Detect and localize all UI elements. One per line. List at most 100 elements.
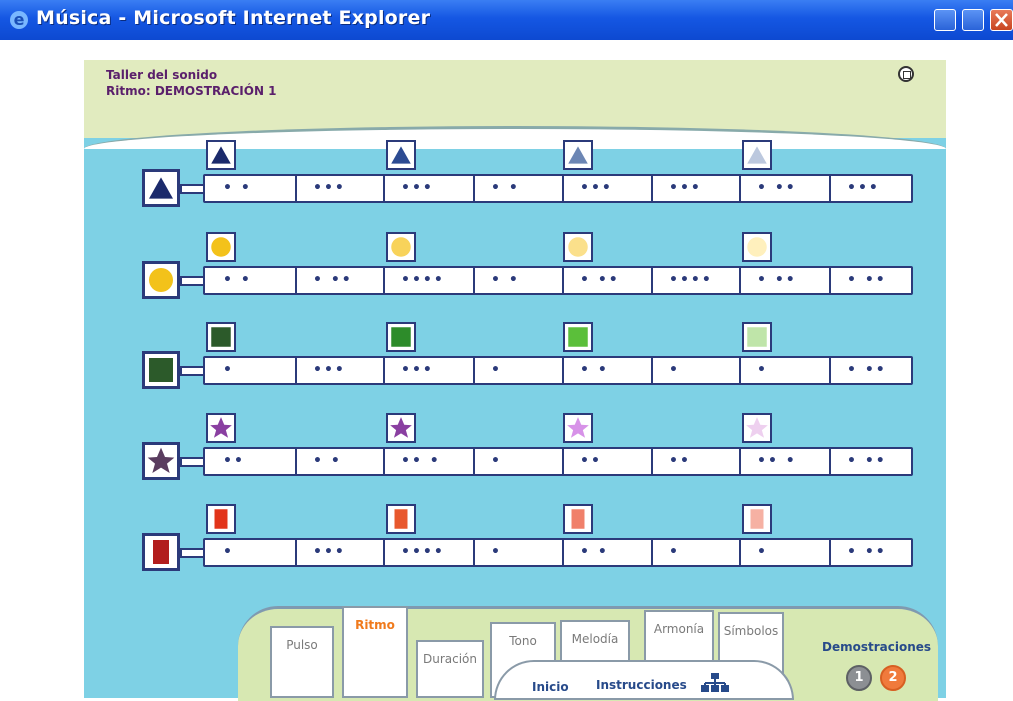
star-rhythm-bar: •• • • •• • • •• •• •• • • •• xyxy=(203,447,913,476)
square-level-2-button[interactable] xyxy=(386,322,416,352)
circle-level-4-button[interactable] xyxy=(742,232,772,262)
beat-dots: • •• xyxy=(847,362,887,378)
rectangle-row-icon[interactable] xyxy=(142,533,180,571)
square-row-icon[interactable] xyxy=(142,351,180,389)
bar-separator xyxy=(295,268,297,293)
beat-dots: • •• xyxy=(847,544,887,560)
beat-dots: • • xyxy=(491,272,520,288)
star-icon xyxy=(147,447,175,473)
bar-separator xyxy=(295,176,297,201)
fullscreen-button[interactable] xyxy=(898,66,914,82)
tab-ritmo[interactable]: Ritmo xyxy=(342,606,408,698)
maximize-button[interactable] xyxy=(962,9,984,31)
bar-separator xyxy=(739,540,741,565)
beat-dots: ••• xyxy=(669,180,702,196)
bar-separator xyxy=(829,268,831,293)
square-level-4-button[interactable] xyxy=(742,322,772,352)
triangle-level-2-button[interactable] xyxy=(386,140,416,170)
star-level-1-button[interactable] xyxy=(206,413,236,443)
square-rhythm-bar: • ••• ••• • • • • • • •• xyxy=(203,356,913,385)
circle-icon xyxy=(149,268,173,292)
beat-dots: • • xyxy=(223,180,252,196)
square-icon xyxy=(149,358,173,382)
bar-separator xyxy=(383,358,385,383)
beat-dots: • • xyxy=(223,272,252,288)
demo-1-button[interactable]: 1 xyxy=(846,665,872,691)
bar-separator xyxy=(651,449,653,474)
star-level-4-button[interactable] xyxy=(742,413,772,443)
demonstrations-label: Demostraciones xyxy=(822,640,932,654)
bar-separator xyxy=(295,540,297,565)
beat-dots: ••• xyxy=(313,362,346,378)
square-icon xyxy=(211,327,231,347)
beat-dots: • xyxy=(669,544,680,560)
circle-row-icon[interactable] xyxy=(142,261,180,299)
beat-dots: ••• xyxy=(313,180,346,196)
bar-separator xyxy=(739,449,741,474)
triangle-rhythm-bar: • • ••• ••• • • ••• ••• • •• ••• xyxy=(203,174,913,203)
internet-explorer-icon: e xyxy=(10,10,28,29)
rectangle-level-4-button[interactable] xyxy=(742,504,772,534)
rectangle-level-3-button[interactable] xyxy=(563,504,593,534)
svg-text:e: e xyxy=(14,10,25,29)
beat-dots: • • xyxy=(580,544,609,560)
bar-separator xyxy=(295,449,297,474)
instrucciones-button[interactable]: Instrucciones xyxy=(596,678,687,692)
bar-separator xyxy=(651,358,653,383)
bar-separator xyxy=(739,358,741,383)
triangle-row-icon[interactable] xyxy=(142,169,180,207)
triangle-level-1-button[interactable] xyxy=(206,140,236,170)
beat-dots: ••• xyxy=(401,180,434,196)
bar-separator xyxy=(473,449,475,474)
circle-rhythm-bar: • • • •• •••• • • • •• •••• • •• • •• xyxy=(203,266,913,295)
square-level-1-button[interactable] xyxy=(206,322,236,352)
circle-level-3-button[interactable] xyxy=(563,232,593,262)
bar-separator xyxy=(473,268,475,293)
tab-pulso[interactable]: Pulso xyxy=(270,626,334,698)
bar-separator xyxy=(473,358,475,383)
circle-icon xyxy=(568,237,588,257)
beat-dots: • xyxy=(223,362,234,378)
beat-dots: • xyxy=(757,362,768,378)
bar-separator xyxy=(651,268,653,293)
bar-separator xyxy=(739,176,741,201)
beat-dots: • xyxy=(223,544,234,560)
beat-dots: ••• xyxy=(313,544,346,560)
page-subtitle: Ritmo: DEMOSTRACIÓN 1 xyxy=(106,84,277,98)
beat-dots: • • xyxy=(313,453,342,469)
beat-dots: • •• xyxy=(580,272,620,288)
rectangle-icon xyxy=(214,509,228,529)
tab-duracion[interactable]: Duración xyxy=(416,640,484,698)
beat-dots: • xyxy=(669,362,680,378)
triangle-icon xyxy=(568,146,588,164)
star-level-3-button[interactable] xyxy=(563,413,593,443)
bar-separator xyxy=(383,449,385,474)
sitemap-icon[interactable] xyxy=(700,672,730,694)
inicio-button[interactable]: Inicio xyxy=(532,680,569,694)
rectangle-level-2-button[interactable] xyxy=(386,504,416,534)
square-level-3-button[interactable] xyxy=(563,322,593,352)
triangle-level-4-button[interactable] xyxy=(742,140,772,170)
rectangle-level-1-button[interactable] xyxy=(206,504,236,534)
triangle-level-3-button[interactable] xyxy=(563,140,593,170)
bar-separator xyxy=(295,358,297,383)
minimize-button[interactable] xyxy=(934,9,956,31)
circle-icon xyxy=(211,237,231,257)
beat-dots: • •• xyxy=(757,272,797,288)
star-row-icon[interactable] xyxy=(142,442,180,480)
star-icon xyxy=(567,417,589,438)
close-button[interactable] xyxy=(990,9,1013,31)
star-level-2-button[interactable] xyxy=(386,413,416,443)
beat-dots: •• xyxy=(669,453,691,469)
star-icon xyxy=(210,417,232,438)
beat-dots: •• • xyxy=(757,453,797,469)
beat-dots: •• xyxy=(580,453,602,469)
beat-dots: •••• xyxy=(401,544,445,560)
circle-level-2-button[interactable] xyxy=(386,232,416,262)
beat-dots: • •• xyxy=(313,272,353,288)
bar-separator xyxy=(829,176,831,201)
rectangle-icon xyxy=(153,540,169,564)
circle-level-1-button[interactable] xyxy=(206,232,236,262)
demo-2-button[interactable]: 2 xyxy=(880,665,906,691)
bar-separator xyxy=(562,540,564,565)
